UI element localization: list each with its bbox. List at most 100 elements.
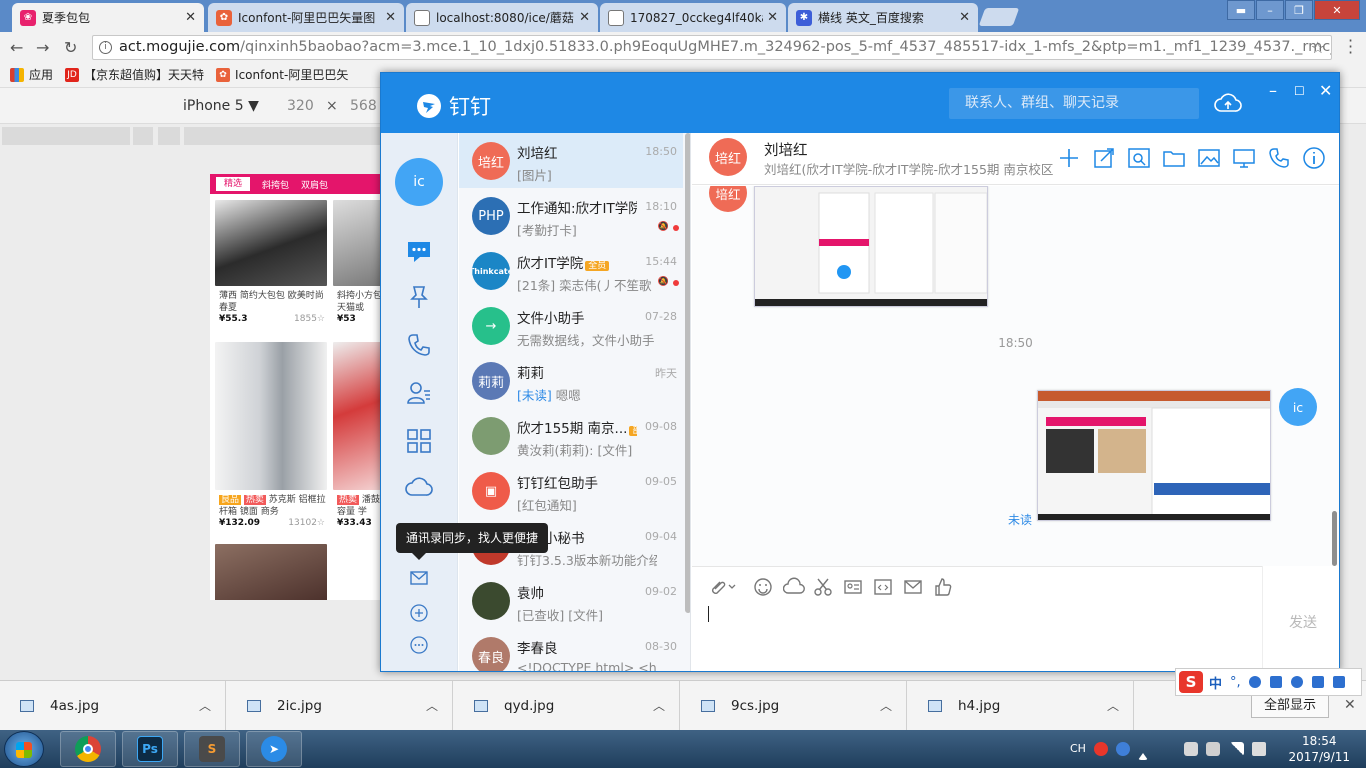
search-history-icon[interactable] (1126, 145, 1152, 171)
conversation-item[interactable]: ▣ 钉钉红包助手 09-05 [红包通知] (459, 463, 683, 518)
conversation-item[interactable]: 春良李春良 08-30 <!DOCTYPE html> <ht... (459, 628, 683, 671)
device-select[interactable]: iPhone 5 ▼ (183, 98, 259, 114)
tab-3[interactable]: 170827_0cckeg4lf40ka ✕ (600, 3, 786, 32)
minimize-icon[interactable]: – (1256, 0, 1284, 20)
close-window-icon[interactable]: ✕ (1314, 0, 1360, 20)
reload-icon[interactable]: ↻ (64, 38, 77, 57)
device-width-input[interactable]: 320 (287, 98, 314, 114)
taskbar-sublime[interactable]: S (184, 731, 240, 767)
network-icon[interactable] (1230, 742, 1244, 756)
close-icon[interactable]: ✕ (185, 10, 196, 25)
sogou-icon[interactable]: S (1179, 671, 1203, 693)
help-icon[interactable] (1116, 742, 1130, 756)
chevron-up-icon[interactable]: ︿ (1107, 697, 1119, 714)
flag-icon[interactable] (1184, 742, 1198, 756)
image-icon[interactable] (1196, 145, 1222, 171)
scissors-icon[interactable] (813, 577, 833, 597)
product-card[interactable]: 薄西 简约大包包 欧美时尚 春夏 ¥55.3 1855☆ (215, 200, 329, 324)
category-tab[interactable]: 斜挎包 (262, 178, 289, 191)
category-tab[interactable]: 双肩包 (301, 178, 328, 191)
close-icon[interactable]: ✕ (1319, 81, 1332, 100)
download-item[interactable]: 2ic.jpg ︿ (227, 681, 453, 731)
info-icon[interactable]: i (99, 41, 112, 54)
sogou-tray-icon[interactable] (1094, 742, 1108, 756)
maximize-icon[interactable]: ❐ (1285, 0, 1313, 20)
tab-1[interactable]: ✿ Iconfont-阿里巴巴矢量图 ✕ (208, 3, 404, 32)
conversation-item[interactable]: PHP 工作通知:欣才IT学院 18:10 [考勤打卡] 🔕 (459, 188, 683, 243)
mic-icon[interactable] (1248, 676, 1261, 688)
conversation-item[interactable]: 袁帅 09-02 [已查收] [文件] (459, 573, 683, 628)
conversation-item[interactable]: 欣才155期 南京...部门 09-08 黄汝莉(莉莉): [文件] (459, 408, 683, 463)
tab-0[interactable]: ❀ 夏季包包 ✕ (12, 3, 204, 32)
category-tab[interactable]: 精选 (216, 177, 251, 191)
thumbs-up-icon[interactable] (933, 577, 953, 597)
forward-icon[interactable]: → (36, 38, 49, 57)
conversation-item[interactable]: 培红 刘培红 18:50 [图片] (459, 133, 683, 188)
avatar[interactable]: 培红 (709, 138, 747, 176)
taskbar-dingtalk[interactable]: ➤ (246, 731, 302, 767)
contact-card-icon[interactable] (843, 577, 863, 597)
emoji-icon[interactable] (753, 577, 773, 597)
product-card[interactable] (215, 544, 329, 600)
attachment-icon[interactable] (708, 577, 738, 597)
close-icon[interactable]: ✕ (1344, 697, 1356, 713)
chevron-up-icon[interactable]: ︿ (880, 697, 892, 714)
contacts-icon[interactable] (405, 379, 433, 407)
chevron-up-icon[interactable]: ︿ (426, 697, 438, 714)
workbench-icon[interactable] (405, 427, 433, 455)
download-item[interactable]: h4.jpg ︿ (908, 681, 1134, 731)
url-bar[interactable]: i act.mogujie.com/qinxinh5baobao?acm=3.m… (92, 35, 1332, 60)
bookmark-star-icon[interactable]: ☆ (1311, 36, 1325, 59)
avatar[interactable]: ic (395, 158, 443, 206)
volume-icon[interactable] (1252, 742, 1266, 756)
conversation-item[interactable]: → 文件小助手 07-28 无需数据线，文件小助手 (459, 298, 683, 353)
start-button[interactable] (4, 731, 44, 767)
chevron-up-icon[interactable]: ︿ (653, 697, 665, 714)
chevron-up-icon[interactable]: ︿ (199, 697, 211, 714)
ime-language[interactable]: 中 (1209, 673, 1222, 692)
input-language[interactable]: CH (1070, 742, 1086, 755)
image-message[interactable] (754, 186, 988, 307)
image-message[interactable] (1037, 390, 1271, 521)
conversation-item[interactable]: Thinkcate 欣才IT学院全员 15:44 [21条] 栾志伟(丿不笙歌 🔕 (459, 243, 683, 298)
code-icon[interactable] (873, 577, 893, 597)
menu-icon[interactable]: · · · (1348, 33, 1353, 61)
back-icon[interactable]: ← (10, 38, 23, 57)
read-status[interactable]: 未读 (1008, 511, 1032, 528)
device-icon[interactable] (1206, 742, 1220, 756)
bookmark-jd[interactable]: JD 【京东超值购】天天特 (65, 66, 204, 83)
phone-icon[interactable] (405, 331, 433, 359)
skin-icon[interactable] (1290, 676, 1303, 688)
ding-send-icon[interactable] (1091, 145, 1117, 171)
mail-icon[interactable] (903, 577, 923, 597)
taskbar-chrome[interactable] (60, 731, 116, 767)
folder-icon[interactable] (1161, 145, 1187, 171)
close-icon[interactable]: ✕ (385, 10, 396, 25)
screen-share-icon[interactable] (1231, 145, 1257, 171)
download-item[interactable]: 9cs.jpg ︿ (681, 681, 907, 731)
tab-4[interactable]: ✱ 横线 英文_百度搜索 ✕ (788, 3, 978, 32)
add-icon[interactable] (409, 603, 429, 623)
cloud-icon[interactable] (405, 473, 433, 501)
message-icon[interactable] (405, 237, 433, 265)
ding-icon[interactable] (405, 283, 433, 311)
show-hidden-icon[interactable] (1138, 746, 1148, 760)
product-card[interactable]: 热卖 潘鼓 大容量 学 ¥33.43 (333, 342, 382, 528)
product-card[interactable]: 斜挎小方包 天猫或 ¥53 (333, 200, 382, 324)
user-icon[interactable]: ▬ (1227, 0, 1255, 20)
close-icon[interactable]: ✕ (579, 10, 590, 25)
conversation-item[interactable]: 莉莉 莉莉 昨天 [未读] 嗯嗯 (459, 353, 683, 408)
ime-punct[interactable]: °, (1230, 675, 1241, 690)
new-tab-button[interactable] (978, 8, 1020, 26)
product-card[interactable]: 良品 热卖 苏克斯 铝框拉杆箱 镜面 商务 ¥132.09 13102☆ (215, 342, 329, 528)
device-height-input[interactable]: 568 (350, 98, 377, 114)
scrollbar[interactable] (1332, 511, 1337, 566)
close-icon[interactable]: ✕ (959, 10, 970, 25)
bookmark-apps[interactable]: 应用 (10, 66, 53, 83)
cloud-upload-icon[interactable] (1214, 91, 1242, 115)
tab-2[interactable]: localhost:8080/ice/蘑菇 ✕ (406, 3, 598, 32)
add-member-icon[interactable] (1056, 145, 1082, 171)
bookmark-iconfont[interactable]: ✿ Iconfont-阿里巴巴矢 (216, 66, 348, 83)
message-input[interactable] (692, 606, 1262, 671)
shirt-icon[interactable] (1311, 676, 1324, 688)
